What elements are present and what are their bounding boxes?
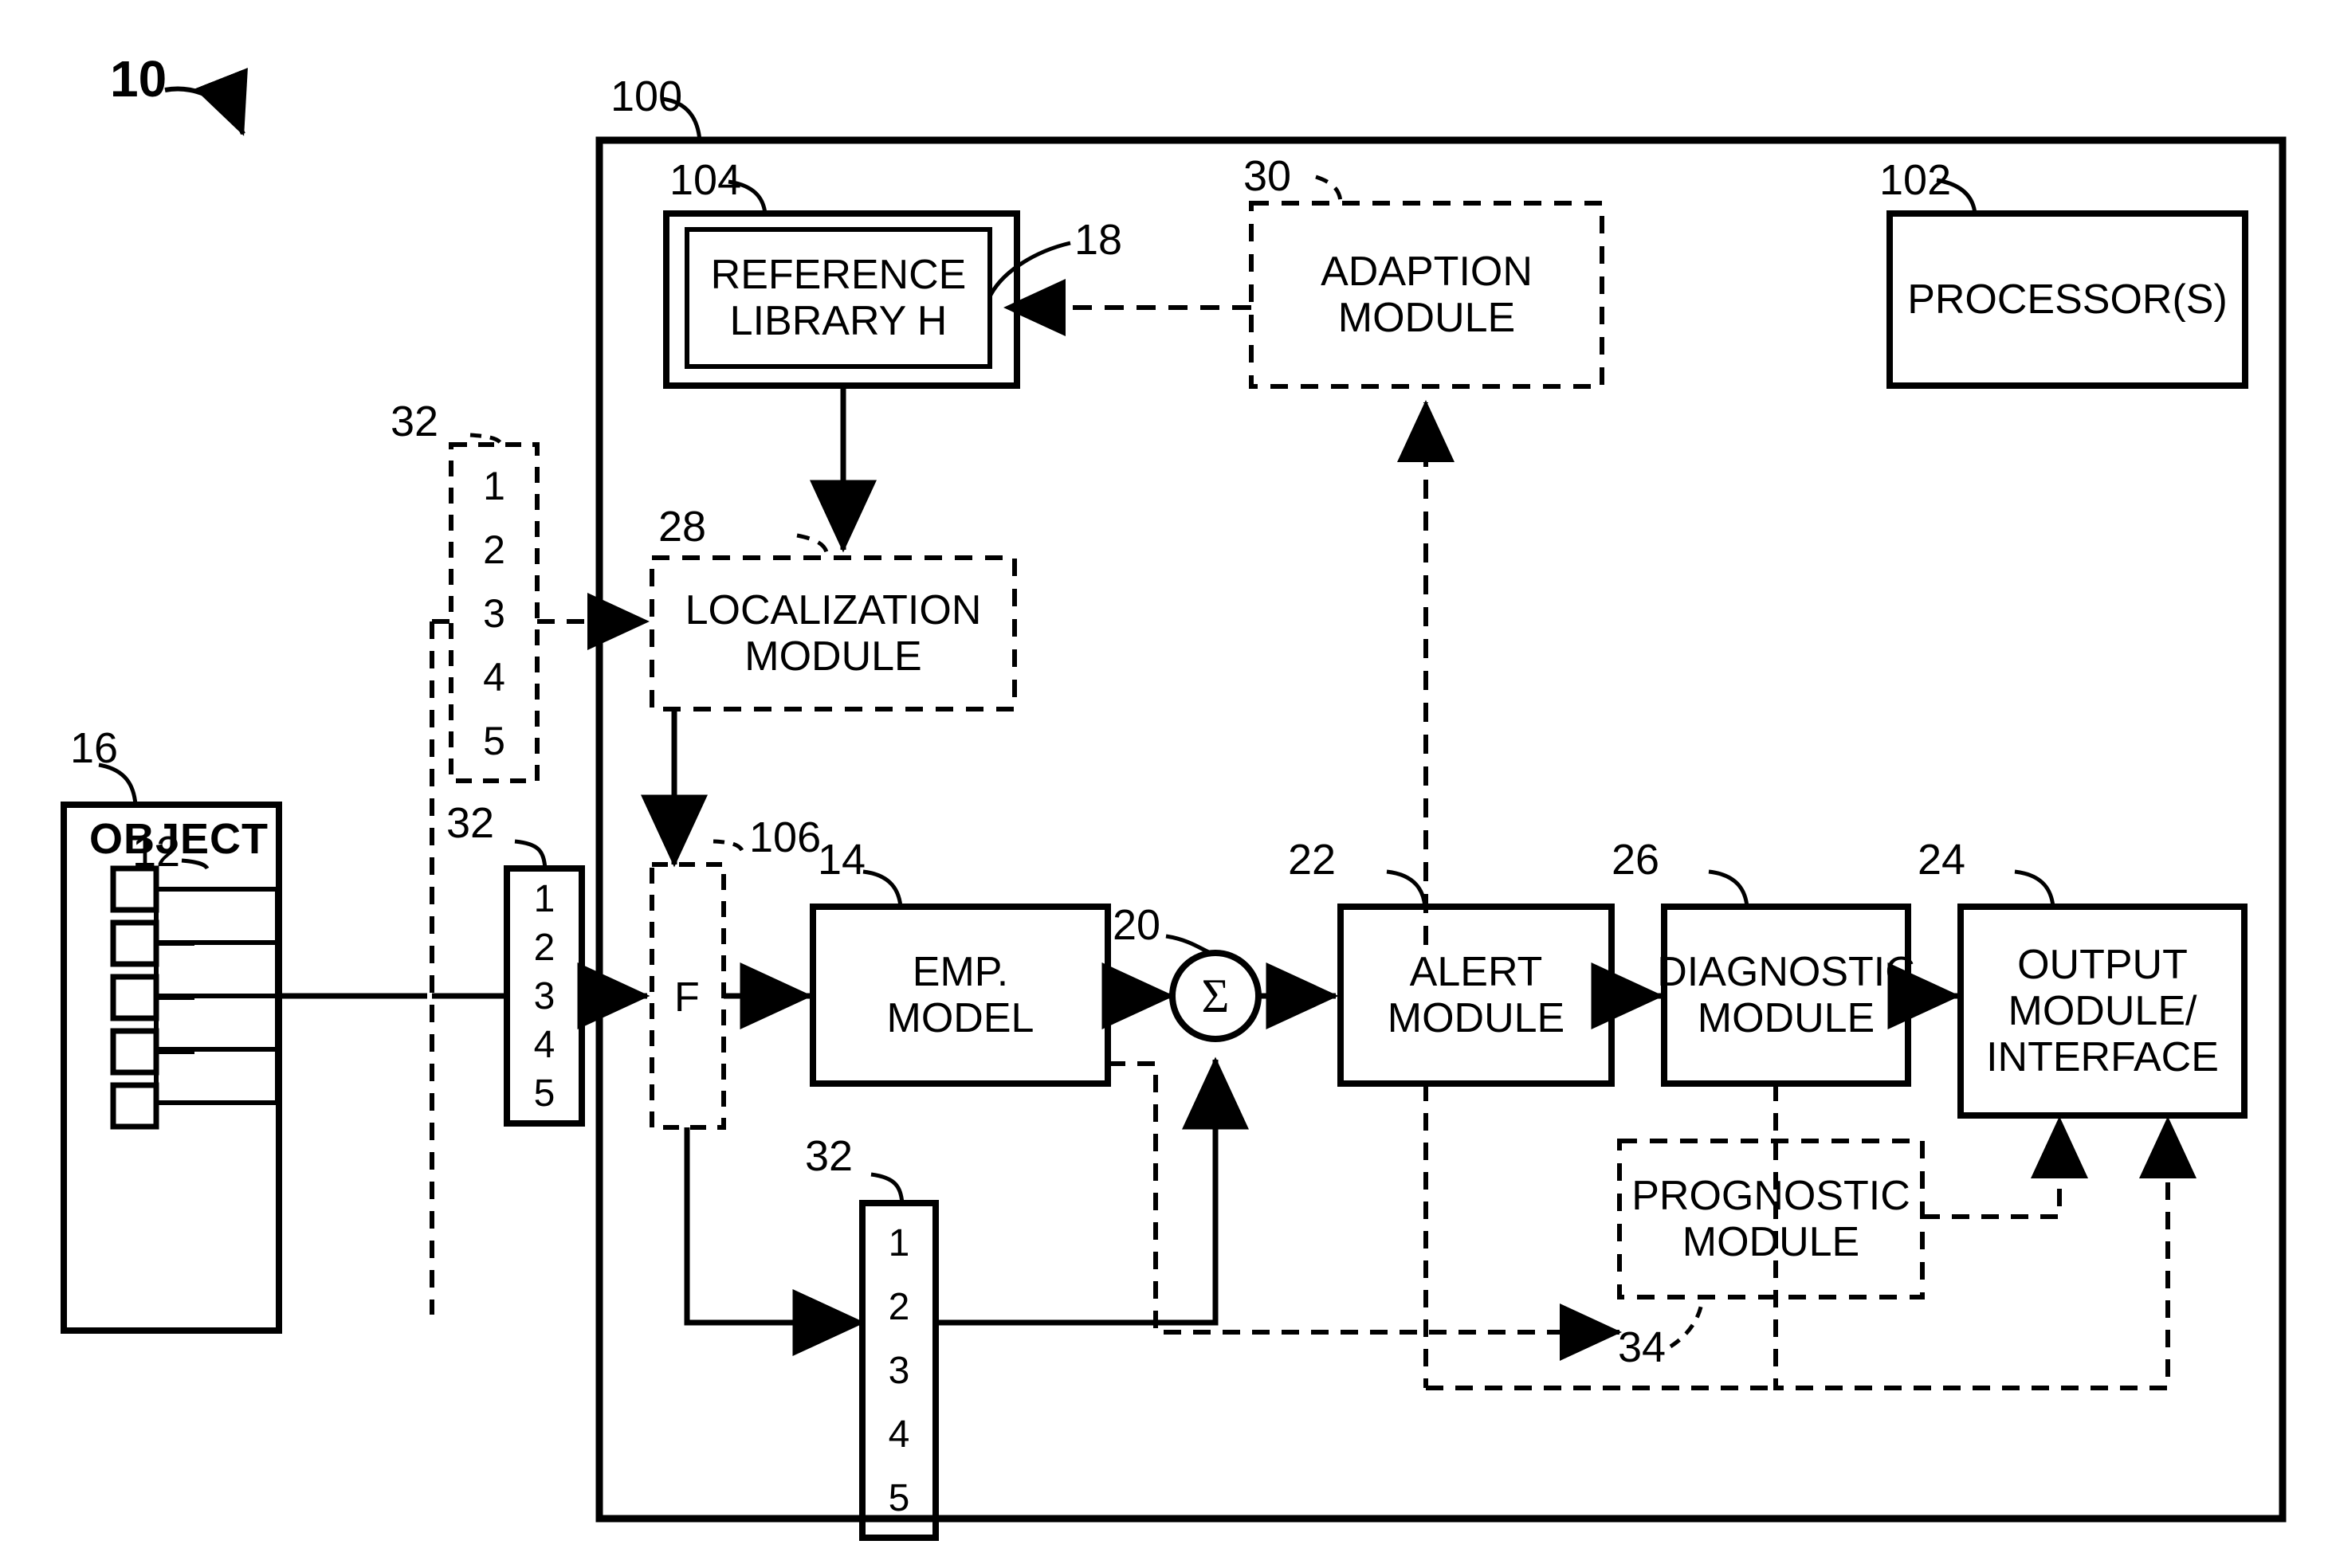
signal-list-lower-item-5: 5 (888, 1476, 910, 1519)
signal-list-lower-item-3: 3 (888, 1349, 910, 1392)
processor-label: PROCESSOR(S) (1907, 276, 2228, 323)
reference-library-line1: REFERENCE (710, 251, 967, 298)
processor-ref-102: 102 (1879, 156, 1952, 204)
emp-model-block[interactable]: EMP. MODEL (813, 907, 1108, 1084)
diagnostic-module-ref-26: 26 (1612, 836, 1660, 884)
output-module-line3: INTERFACE (1986, 1034, 2219, 1081)
frame-ref-100: 100 (610, 73, 683, 120)
signal-list-lower-item-4: 4 (888, 1413, 910, 1456)
figure-ref-10: 10 (110, 50, 167, 108)
patent-figure-canvas: 10 100 104 18 REFERENCE LIBRARY H 30 ADA… (0, 0, 2332, 1568)
emp-model-line1: EMP. (912, 948, 1009, 995)
alert-module-line1: ALERT (1409, 948, 1543, 995)
adaption-module-ref-30: 30 (1243, 152, 1292, 200)
signal-list-middle-ref-32: 32 (446, 799, 495, 847)
emp-model-line2: MODEL (886, 995, 1034, 1041)
localization-module-line2: MODULE (744, 633, 922, 680)
summing-junction-ref-20: 20 (1113, 901, 1161, 949)
output-module-line1: OUTPUT (2017, 941, 2188, 988)
signal-list-upper-ref-32: 32 (391, 398, 439, 445)
object-ref-16: 16 (70, 724, 119, 772)
prognostic-module-line2: MODULE (1682, 1219, 1860, 1265)
emp-model-ref-14: 14 (818, 836, 866, 884)
alert-module-line2: MODULE (1387, 995, 1565, 1041)
signal-list-lower-ref-32: 32 (805, 1132, 854, 1180)
diagnostic-module-block[interactable]: DIAGNOSTIC MODULE (1657, 907, 1915, 1084)
localization-module-ref-28: 28 (658, 503, 707, 551)
reference-library-inner-ref-18: 18 (1074, 216, 1123, 264)
output-module-line2: MODULE/ (2008, 987, 2197, 1034)
signal-list-lower-item-2: 2 (888, 1285, 910, 1328)
signal-list-middle-item-3: 3 (533, 975, 556, 1017)
signal-list-middle-item-5: 5 (533, 1072, 556, 1115)
filter-f-label: F (674, 974, 700, 1021)
localization-module-line1: LOCALIZATION (685, 586, 982, 633)
processor-block[interactable]: PROCESSOR(S) (1890, 214, 2245, 386)
adaption-module-block[interactable]: ADAPTION MODULE (1251, 203, 1602, 386)
output-module-block[interactable]: OUTPUT MODULE/ INTERFACE (1961, 907, 2244, 1115)
signal-list-upper-item-2: 2 (483, 527, 505, 572)
signal-list-upper[interactable]: 1 2 3 4 5 (451, 454, 537, 773)
signal-list-upper-item-4: 4 (483, 655, 505, 700)
output-module-ref-24: 24 (1918, 836, 1966, 884)
reference-library-outer-ref-104: 104 (669, 156, 742, 204)
signal-list-upper-item-3: 3 (483, 591, 505, 636)
prognostic-module-block[interactable]: PROGNOSTIC MODULE (1619, 1141, 1922, 1297)
sensor-ref-12: 12 (132, 828, 181, 876)
reference-library-line2: LIBRARY H (729, 298, 948, 344)
signal-list-middle-item-1: 1 (533, 878, 556, 920)
signal-list-middle-item-4: 4 (533, 1024, 556, 1066)
adaption-module-line2: MODULE (1337, 295, 1516, 341)
signal-list-upper-item-5: 5 (483, 719, 505, 763)
filter-f-ref-106: 106 (749, 813, 822, 861)
diagnostic-module-line1: DIAGNOSTIC (1657, 948, 1915, 995)
alert-module-ref-22: 22 (1288, 836, 1337, 884)
reference-library-block[interactable]: REFERENCE LIBRARY H (687, 229, 990, 367)
summing-junction-symbol: Σ (1201, 969, 1230, 1022)
diagnostic-module-line2: MODULE (1697, 995, 1875, 1041)
localization-module-block[interactable]: LOCALIZATION MODULE (652, 558, 1015, 709)
signal-list-middle[interactable]: 1 2 3 4 5 (507, 875, 582, 1118)
adaption-module-line1: ADAPTION (1321, 248, 1533, 295)
signal-list-lower[interactable]: 1 2 3 4 5 (862, 1211, 936, 1530)
prognostic-module-line1: PROGNOSTIC (1631, 1172, 1910, 1219)
signal-list-upper-item-1: 1 (483, 464, 505, 508)
alert-module-block[interactable]: ALERT MODULE (1341, 907, 1612, 1084)
prognostic-module-ref-34: 34 (1618, 1323, 1667, 1371)
signal-list-middle-item-2: 2 (533, 927, 556, 969)
signal-list-lower-item-1: 1 (888, 1221, 910, 1264)
